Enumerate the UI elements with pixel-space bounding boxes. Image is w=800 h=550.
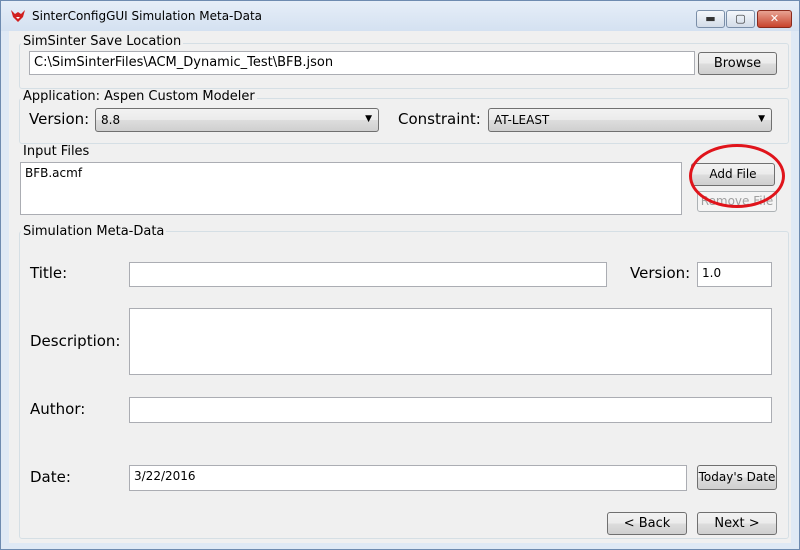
save-path-field[interactable]: C:\SimSinterFiles\ACM_Dynamic_Test\BFB.j… xyxy=(29,51,695,75)
back-button[interactable]: < Back xyxy=(607,512,687,535)
constraint-select-value: AT-LEAST xyxy=(494,113,550,127)
close-button[interactable]: ✕ xyxy=(757,10,792,28)
window-title: SinterConfigGUI Simulation Meta-Data xyxy=(32,9,263,23)
title-label: Title: xyxy=(30,264,68,282)
list-item[interactable]: BFB.acmf xyxy=(25,166,677,180)
version-select[interactable]: 8.8 ▼ xyxy=(95,108,379,132)
title-field[interactable] xyxy=(129,262,607,287)
todays-date-button[interactable]: Today's Date xyxy=(697,465,777,490)
author-field[interactable] xyxy=(129,397,772,423)
application-group-label: Application: Aspen Custom Modeler xyxy=(21,89,257,104)
input-files-group-label: Input Files xyxy=(21,144,92,159)
description-field[interactable] xyxy=(129,308,772,375)
save-location-group-label: SimSinter Save Location xyxy=(21,34,184,49)
author-label: Author: xyxy=(30,400,86,418)
meta-version-label: Version: xyxy=(630,264,691,282)
version-label: Version: xyxy=(29,110,90,128)
browse-button[interactable]: Browse xyxy=(698,52,777,75)
maximize-button[interactable]: ▢ xyxy=(726,10,755,28)
meta-data-group-label: Simulation Meta-Data xyxy=(21,224,167,239)
description-label: Description: xyxy=(30,332,121,350)
constraint-label: Constraint: xyxy=(398,110,481,128)
minimize-icon: ▬ xyxy=(705,12,716,25)
input-files-list[interactable]: BFB.acmf xyxy=(20,162,682,215)
fox-logo-icon xyxy=(11,10,25,22)
app-window: SinterConfigGUI Simulation Meta-Data ▬ ▢… xyxy=(0,0,800,550)
version-select-value: 8.8 xyxy=(101,113,121,127)
next-button[interactable]: Next > xyxy=(697,512,777,535)
meta-version-field[interactable]: 1.0 xyxy=(697,262,772,287)
constraint-select[interactable]: AT-LEAST ▼ xyxy=(488,108,772,132)
minimize-button[interactable]: ▬ xyxy=(696,10,725,28)
date-field[interactable]: 3/22/2016 xyxy=(129,465,687,491)
title-bar[interactable]: SinterConfigGUI Simulation Meta-Data ▬ ▢… xyxy=(1,1,799,31)
annotation-highlight-circle xyxy=(689,144,785,208)
close-icon: ✕ xyxy=(769,12,780,25)
chevron-down-icon: ▼ xyxy=(758,114,765,124)
chevron-down-icon: ▼ xyxy=(365,114,372,124)
date-label: Date: xyxy=(30,468,71,486)
client-area: SimSinter Save Location C:\SimSinterFile… xyxy=(9,31,791,543)
maximize-icon: ▢ xyxy=(735,12,746,25)
